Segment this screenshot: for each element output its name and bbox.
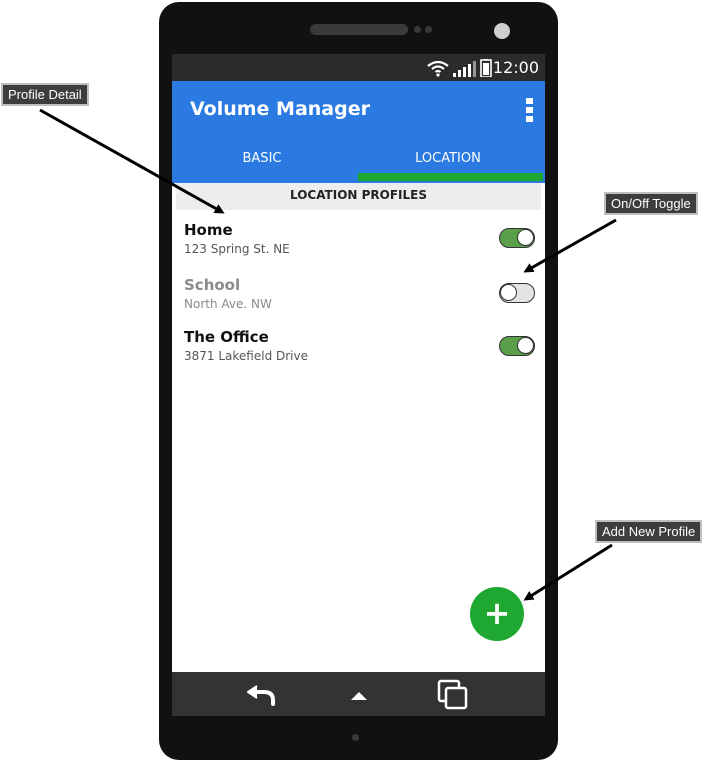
home-icon[interactable] — [342, 678, 376, 710]
profile-toggle[interactable] — [499, 228, 535, 248]
profile-name: Home — [184, 221, 233, 239]
overflow-menu-icon[interactable] — [524, 98, 534, 122]
system-nav-bar — [172, 672, 545, 716]
status-time: 12:00 — [492, 58, 539, 77]
profile-address: 123 Spring St. NE — [184, 242, 290, 256]
status-bar: 12:00 — [172, 54, 545, 81]
add-profile-button[interactable]: + — [470, 587, 524, 641]
callout-add-new-profile: Add New Profile — [595, 520, 703, 543]
app-bar: Volume Manager — [172, 81, 545, 138]
profile-item-the-office[interactable]: The Office 3871 Lakefield Drive — [184, 328, 539, 372]
phone-screen: 12:00 Volume Manager BASIC LOCATION LOCA… — [172, 54, 545, 716]
app-title: Volume Manager — [190, 98, 370, 120]
front-camera — [494, 23, 510, 39]
selected-tab-indicator — [358, 173, 543, 181]
profile-item-home[interactable]: Home 123 Spring St. NE — [184, 221, 539, 265]
home-indicator-dot — [352, 734, 359, 741]
profile-name: The Office — [184, 328, 269, 346]
profile-name: School — [184, 276, 241, 294]
section-header: LOCATION PROFILES — [176, 183, 541, 210]
profile-address: North Ave. NW — [184, 297, 272, 311]
tab-basic[interactable]: BASIC — [172, 138, 352, 183]
profile-address: 3871 Lakefield Drive — [184, 349, 308, 363]
callout-profile-detail: Profile Detail — [1, 83, 89, 106]
back-icon[interactable] — [244, 678, 278, 710]
profile-toggle[interactable] — [499, 336, 535, 356]
callout-on-off-toggle: On/Off Toggle — [604, 192, 698, 215]
signal-icon — [453, 61, 476, 77]
wifi-icon — [427, 60, 449, 77]
plus-icon: + — [483, 594, 511, 632]
profile-item-school[interactable]: School North Ave. NW — [184, 276, 539, 320]
sensor-dot — [425, 26, 432, 33]
sensor-dot — [414, 26, 421, 33]
status-icons — [427, 59, 492, 77]
profile-toggle[interactable] — [499, 283, 535, 303]
recent-apps-icon[interactable] — [436, 678, 470, 710]
battery-icon — [480, 59, 492, 77]
phone-speaker — [310, 24, 408, 35]
